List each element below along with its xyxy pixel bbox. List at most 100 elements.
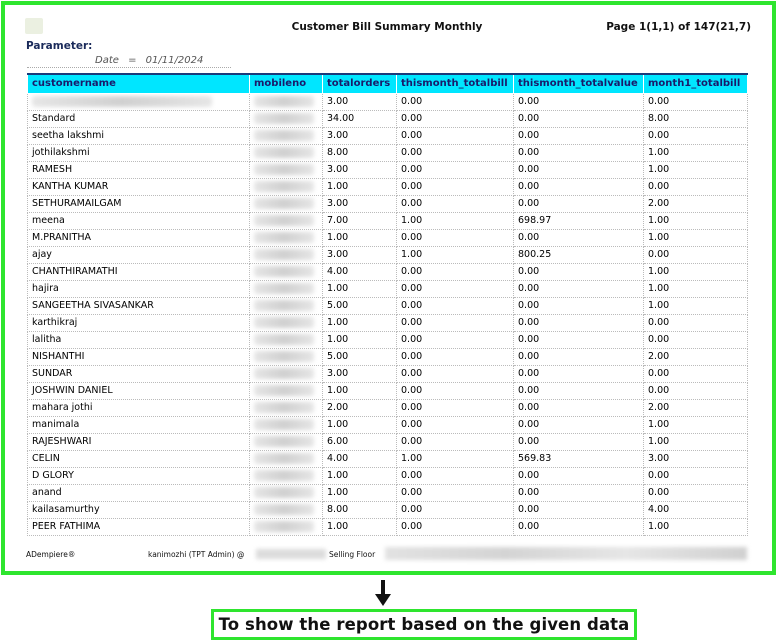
redacted-mobile [254, 436, 314, 447]
cell-month1-totalbill: 1.00 [643, 296, 748, 315]
cell-customername: kailasamurthy [27, 500, 250, 519]
cell-thismonth-totalvalue: 0.00 [513, 160, 644, 179]
redacted-mobile [254, 487, 314, 498]
redacted-mobile [254, 283, 314, 294]
cell-mobileno [249, 279, 323, 298]
column-header-thismonth-totalbill[interactable]: thismonth_totalbill [396, 73, 514, 94]
table-row: SUNDAR 3.00 0.00 0.00 0.00 [27, 364, 748, 383]
parameter-divider [27, 67, 231, 68]
redacted-mobile [254, 317, 314, 328]
cell-month1-totalbill: 0.00 [643, 381, 748, 400]
cell-thismonth-totalvalue: 0.00 [513, 228, 644, 247]
cell-totalorders: 8.00 [322, 143, 397, 162]
cell-totalorders: 1.00 [322, 177, 397, 196]
cell-month1-totalbill: 2.00 [643, 398, 748, 417]
redacted-mobile [254, 521, 314, 532]
cell-month1-totalbill: 1.00 [643, 160, 748, 179]
table-row: CELIN 4.00 1.00 569.83 3.00 [27, 449, 748, 468]
cell-totalorders: 6.00 [322, 432, 397, 451]
cell-month1-totalbill: 0.00 [643, 126, 748, 145]
cell-thismonth-totalvalue: 0.00 [513, 296, 644, 315]
table-body: 3.00 0.00 0.00 0.00 Standard 34.00 0.00 0.00 8.0… [27, 92, 748, 536]
cell-mobileno [249, 262, 323, 281]
cell-customername: ajay [27, 245, 250, 264]
cell-month1-totalbill: 1.00 [643, 432, 748, 451]
cell-customername: SUNDAR [27, 364, 250, 383]
cell-month1-totalbill: 0.00 [643, 92, 748, 111]
cell-mobileno [249, 432, 323, 451]
cell-thismonth-totalbill: 0.00 [396, 466, 514, 485]
cell-customername: lalitha [27, 330, 250, 349]
cell-totalorders: 3.00 [322, 92, 397, 111]
cell-mobileno [249, 398, 323, 417]
cell-thismonth-totalvalue: 0.00 [513, 381, 644, 400]
table-header-row: customername mobileno totalorders thismo… [27, 73, 748, 94]
cell-thismonth-totalvalue: 0.00 [513, 279, 644, 298]
cell-thismonth-totalbill: 0.00 [396, 347, 514, 366]
redacted-mobile [254, 181, 314, 192]
cell-thismonth-totalvalue: 698.97 [513, 211, 644, 230]
cell-totalorders: 1.00 [322, 228, 397, 247]
cell-thismonth-totalbill: 0.00 [396, 364, 514, 383]
cell-month1-totalbill: 8.00 [643, 109, 748, 128]
cell-thismonth-totalbill: 1.00 [396, 245, 514, 264]
cell-thismonth-totalbill: 0.00 [396, 143, 514, 162]
cell-thismonth-totalvalue: 0.00 [513, 415, 644, 434]
cell-month1-totalbill: 1.00 [643, 415, 748, 434]
cell-customername: meena [27, 211, 250, 230]
column-header-month1-totalbill[interactable]: month1_totalbill [643, 73, 748, 94]
column-header-totalorders[interactable]: totalorders [322, 73, 397, 94]
cell-customername: manimala [27, 415, 250, 434]
redacted-mobile [254, 232, 314, 243]
cell-mobileno [249, 92, 323, 111]
page-info: Page 1(1,1) of 147(21,7) [606, 21, 751, 33]
column-header-thismonth-totalvalue[interactable]: thismonth_totalvalue [513, 73, 644, 94]
table-row: JOSHWIN DANIEL 1.00 0.00 0.00 0.00 [27, 381, 748, 400]
cell-customername: Standard [27, 109, 250, 128]
cell-mobileno [249, 483, 323, 502]
cell-customername: RAMESH [27, 160, 250, 179]
cell-thismonth-totalbill: 0.00 [396, 194, 514, 213]
cell-totalorders: 3.00 [322, 245, 397, 264]
down-arrow-icon [375, 594, 391, 606]
cell-totalorders: 3.00 [322, 160, 397, 179]
cell-thismonth-totalbill: 0.00 [396, 517, 514, 536]
report-table: customername mobileno totalorders thismo… [27, 73, 748, 536]
column-header-customername[interactable]: customername [27, 73, 250, 94]
column-header-mobileno[interactable]: mobileno [249, 73, 323, 94]
cell-thismonth-totalvalue: 0.00 [513, 313, 644, 332]
cell-customername: mahara jothi [27, 398, 250, 417]
table-row: manimala 1.00 0.00 0.00 1.00 [27, 415, 748, 434]
cell-customername: karthikraj [27, 313, 250, 332]
cell-thismonth-totalbill: 0.00 [396, 483, 514, 502]
cell-mobileno [249, 109, 323, 128]
cell-thismonth-totalvalue: 0.00 [513, 177, 644, 196]
cell-month1-totalbill: 0.00 [643, 313, 748, 332]
cell-thismonth-totalbill: 0.00 [396, 177, 514, 196]
cell-mobileno [249, 449, 323, 468]
cell-mobileno [249, 143, 323, 162]
redacted-mobile [254, 300, 314, 311]
cell-customername: D GLORY [27, 466, 250, 485]
cell-thismonth-totalvalue: 0.00 [513, 483, 644, 502]
cell-month1-totalbill: 1.00 [643, 517, 748, 536]
cell-totalorders: 5.00 [322, 347, 397, 366]
cell-customername [27, 92, 250, 111]
table-row: kailasamurthy 8.00 0.00 0.00 4.00 [27, 500, 748, 519]
cell-mobileno [249, 466, 323, 485]
cell-mobileno [249, 381, 323, 400]
cell-mobileno [249, 177, 323, 196]
redacted-mobile [254, 96, 314, 107]
cell-totalorders: 3.00 [322, 126, 397, 145]
cell-thismonth-totalvalue: 0.00 [513, 126, 644, 145]
redacted-mobile [254, 334, 314, 345]
redacted-mobile [254, 419, 314, 430]
report-title: Customer Bill Summary Monthly [291, 21, 483, 33]
caption-box: To show the report based on the given da… [211, 609, 637, 640]
cell-mobileno [249, 330, 323, 349]
footer-user: kanimozhi (TPT Admin) @ [148, 550, 245, 559]
cell-mobileno [249, 500, 323, 519]
cell-thismonth-totalvalue: 0.00 [513, 262, 644, 281]
cell-thismonth-totalvalue: 569.83 [513, 449, 644, 468]
cell-thismonth-totalvalue: 0.00 [513, 466, 644, 485]
